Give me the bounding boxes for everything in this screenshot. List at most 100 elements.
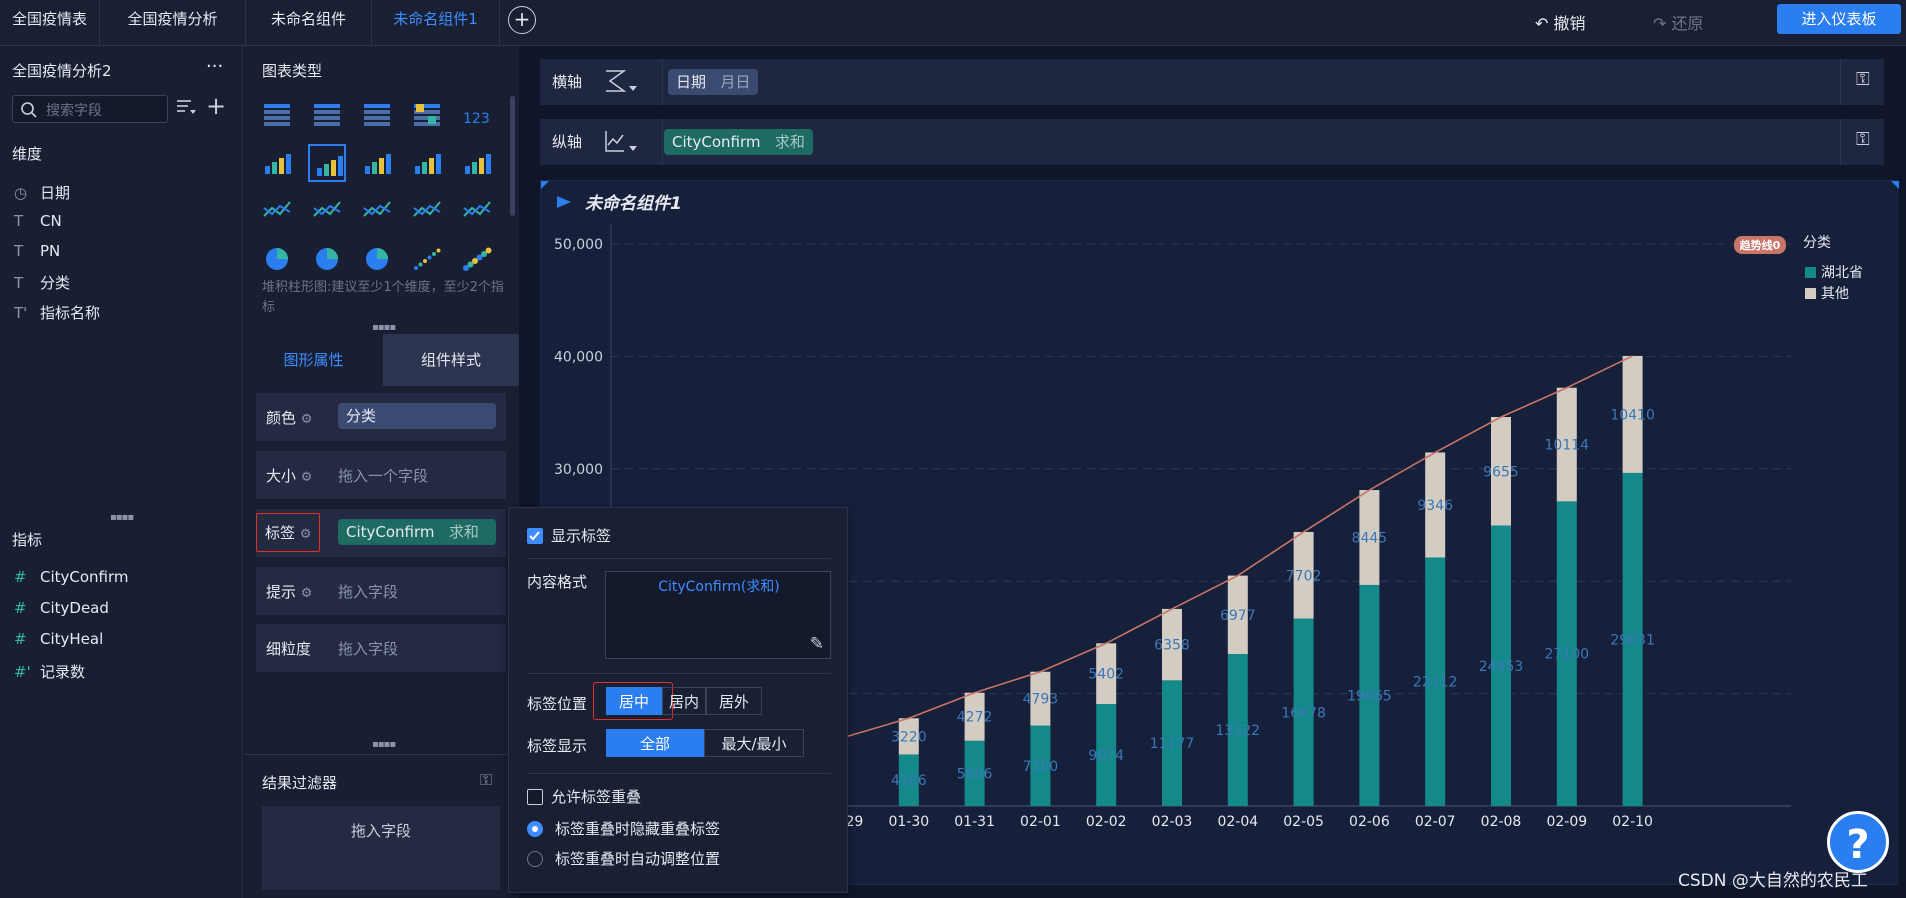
- x-axis-label: 横轴: [552, 73, 583, 91]
- size-drop-zone[interactable]: 拖入一个字段: [338, 465, 428, 486]
- divider: [662, 59, 663, 105]
- dim-field-category[interactable]: T 分类: [14, 272, 70, 293]
- add-field-icon[interactable]: +: [206, 92, 226, 120]
- edit-icon[interactable]: ✎: [810, 634, 824, 654]
- tooltip-drop-zone[interactable]: 拖入字段: [338, 581, 398, 602]
- pos-outside-button[interactable]: 居外: [706, 687, 762, 715]
- pos-inside-button[interactable]: 居内: [662, 687, 706, 715]
- legend-swatch-hubei: [1805, 267, 1816, 278]
- dim-field-date[interactable]: ◷ 日期: [14, 182, 70, 203]
- axis-type-icon[interactable]: [604, 69, 638, 95]
- donut-icon[interactable]: [358, 240, 396, 278]
- gear-icon[interactable]: ⚙: [300, 527, 312, 542]
- resize-handle[interactable]: ▪▪▪▪: [110, 512, 134, 523]
- y-axis-label: 纵轴: [552, 133, 583, 151]
- granularity-drop-zone[interactable]: 拖入字段: [338, 638, 398, 659]
- bubble-icon[interactable]: [458, 240, 496, 278]
- filter-drop-text: 拖入字段: [350, 822, 411, 840]
- filter-sort-icon[interactable]: [176, 98, 198, 118]
- stream-icon[interactable]: [408, 192, 446, 230]
- label-label[interactable]: 标签 ⚙: [256, 513, 321, 552]
- undo-button[interactable]: ↶ 撤销: [1535, 10, 1586, 34]
- detail-table-icon[interactable]: [358, 96, 396, 134]
- y-tick-label: 30,000: [554, 462, 603, 478]
- search-input[interactable]: 搜索字段: [12, 95, 168, 123]
- label-display-label: 标签显示: [527, 737, 588, 755]
- waterfall-icon[interactable]: [458, 144, 496, 182]
- x-tick-label: 02-07: [1415, 814, 1456, 830]
- measure-field-citydead[interactable]: # CityDead: [14, 599, 109, 617]
- divider: [527, 773, 831, 774]
- horizontal-bar-icon[interactable]: [408, 144, 446, 182]
- tab-unnamed-component-1[interactable]: 未命名组件1: [372, 0, 500, 46]
- result-filter-drop-zone[interactable]: 拖入字段: [262, 806, 500, 890]
- axis-settings-icon[interactable]: ⚿: [1856, 129, 1870, 150]
- line-icon[interactable]: [308, 192, 346, 230]
- dim-field-pn[interactable]: T PN: [14, 242, 60, 260]
- measure-field-record-count[interactable]: #' 记录数: [14, 661, 85, 682]
- show-label-checkbox[interactable]: 显示标签: [527, 525, 611, 546]
- hide-overlap-radio[interactable]: 标签重叠时隐藏重叠标签: [527, 818, 720, 839]
- radar-icon[interactable]: [358, 192, 396, 230]
- tab-graph-props[interactable]: 图形属性: [244, 334, 383, 386]
- measure-field-cityheal[interactable]: # CityHeal: [14, 630, 103, 648]
- stacked-bar-icon[interactable]: [308, 144, 346, 182]
- x-tick-label: 02-05: [1283, 814, 1324, 830]
- data-label-other: 9346: [1417, 498, 1453, 514]
- label-position-label: 标签位置: [527, 695, 588, 713]
- area-icon[interactable]: [258, 192, 296, 230]
- axis-type-icon[interactable]: [604, 129, 638, 155]
- svg-text:123: 123: [463, 111, 490, 127]
- more-icon[interactable]: ···: [206, 56, 223, 77]
- display-maxmin-button[interactable]: 最大/最小: [704, 729, 804, 757]
- data-label-other: 10114: [1545, 438, 1590, 454]
- scrollbar[interactable]: [510, 96, 515, 216]
- x-tick-label: 02-08: [1481, 814, 1522, 830]
- gauge-icon[interactable]: [458, 192, 496, 230]
- content-format-editor[interactable]: CityConfirm(求和) ✎: [605, 571, 831, 659]
- enter-dashboard-button[interactable]: 进入仪表板: [1777, 4, 1901, 34]
- gear-icon[interactable]: ⚙: [301, 586, 313, 601]
- tab-national-table[interactable]: 全国疫情表: [0, 0, 100, 46]
- column-chart-icon[interactable]: [358, 144, 396, 182]
- property-tabs: 图形属性 组件样式: [244, 334, 519, 386]
- search-placeholder: 搜索字段: [46, 103, 102, 119]
- allow-overlap-checkbox[interactable]: 允许标签重叠: [527, 786, 641, 807]
- grouped-bar-icon[interactable]: [258, 144, 296, 182]
- color-row: 颜色 ⚙ 分类: [256, 393, 506, 441]
- gear-icon[interactable]: ⚙: [301, 470, 313, 485]
- dim-field-metric-name[interactable]: T' 指标名称: [14, 302, 100, 323]
- label-field-chip[interactable]: CityConfirm 求和: [338, 519, 496, 545]
- resize-handle[interactable]: ▪▪▪▪: [372, 739, 396, 750]
- add-tab-button[interactable]: +: [508, 6, 536, 34]
- divider: [527, 558, 831, 559]
- filter-settings-icon[interactable]: ⚿: [480, 770, 492, 790]
- dim-field-cn[interactable]: T CN: [14, 212, 62, 230]
- help-button[interactable]: ?: [1827, 811, 1889, 873]
- x-axis-field-chip[interactable]: 日期 月日: [668, 69, 759, 95]
- chart-type-hint: 堆积柱形图:建议至少1个维度，至少2个指标: [262, 280, 504, 315]
- pie-icon[interactable]: [258, 240, 296, 278]
- measure-field-cityconfirm[interactable]: # CityConfirm: [14, 568, 129, 586]
- resize-handle[interactable]: ▪▪▪▪: [372, 322, 396, 333]
- tab-component-style[interactable]: 组件样式: [383, 334, 519, 386]
- cross-table-icon[interactable]: [308, 96, 346, 134]
- display-all-button[interactable]: 全部: [606, 729, 704, 757]
- auto-adjust-radio[interactable]: 标签重叠时自动调整位置: [527, 848, 720, 869]
- tab-unnamed-component[interactable]: 未命名组件: [246, 0, 372, 46]
- data-label-other: 10410: [1610, 407, 1655, 423]
- scatter-icon[interactable]: [408, 240, 446, 278]
- rose-icon[interactable]: [308, 240, 346, 278]
- redo-button[interactable]: ↷ 还原: [1653, 10, 1704, 34]
- y-axis-field-chip[interactable]: CityConfirm 求和: [664, 129, 813, 155]
- table-icon[interactable]: [258, 96, 296, 134]
- measure-name: CityConfirm: [40, 568, 129, 586]
- color-table-icon[interactable]: [408, 96, 446, 134]
- kpi-icon[interactable]: 123: [458, 96, 496, 134]
- gear-icon[interactable]: ⚙: [301, 412, 313, 427]
- divider: [1840, 59, 1841, 105]
- tab-national-analysis[interactable]: 全国疫情分析: [100, 0, 246, 46]
- pos-center-button[interactable]: 居中: [606, 687, 662, 715]
- axis-settings-icon[interactable]: ⚿: [1856, 69, 1870, 90]
- color-field-chip[interactable]: 分类: [338, 403, 496, 429]
